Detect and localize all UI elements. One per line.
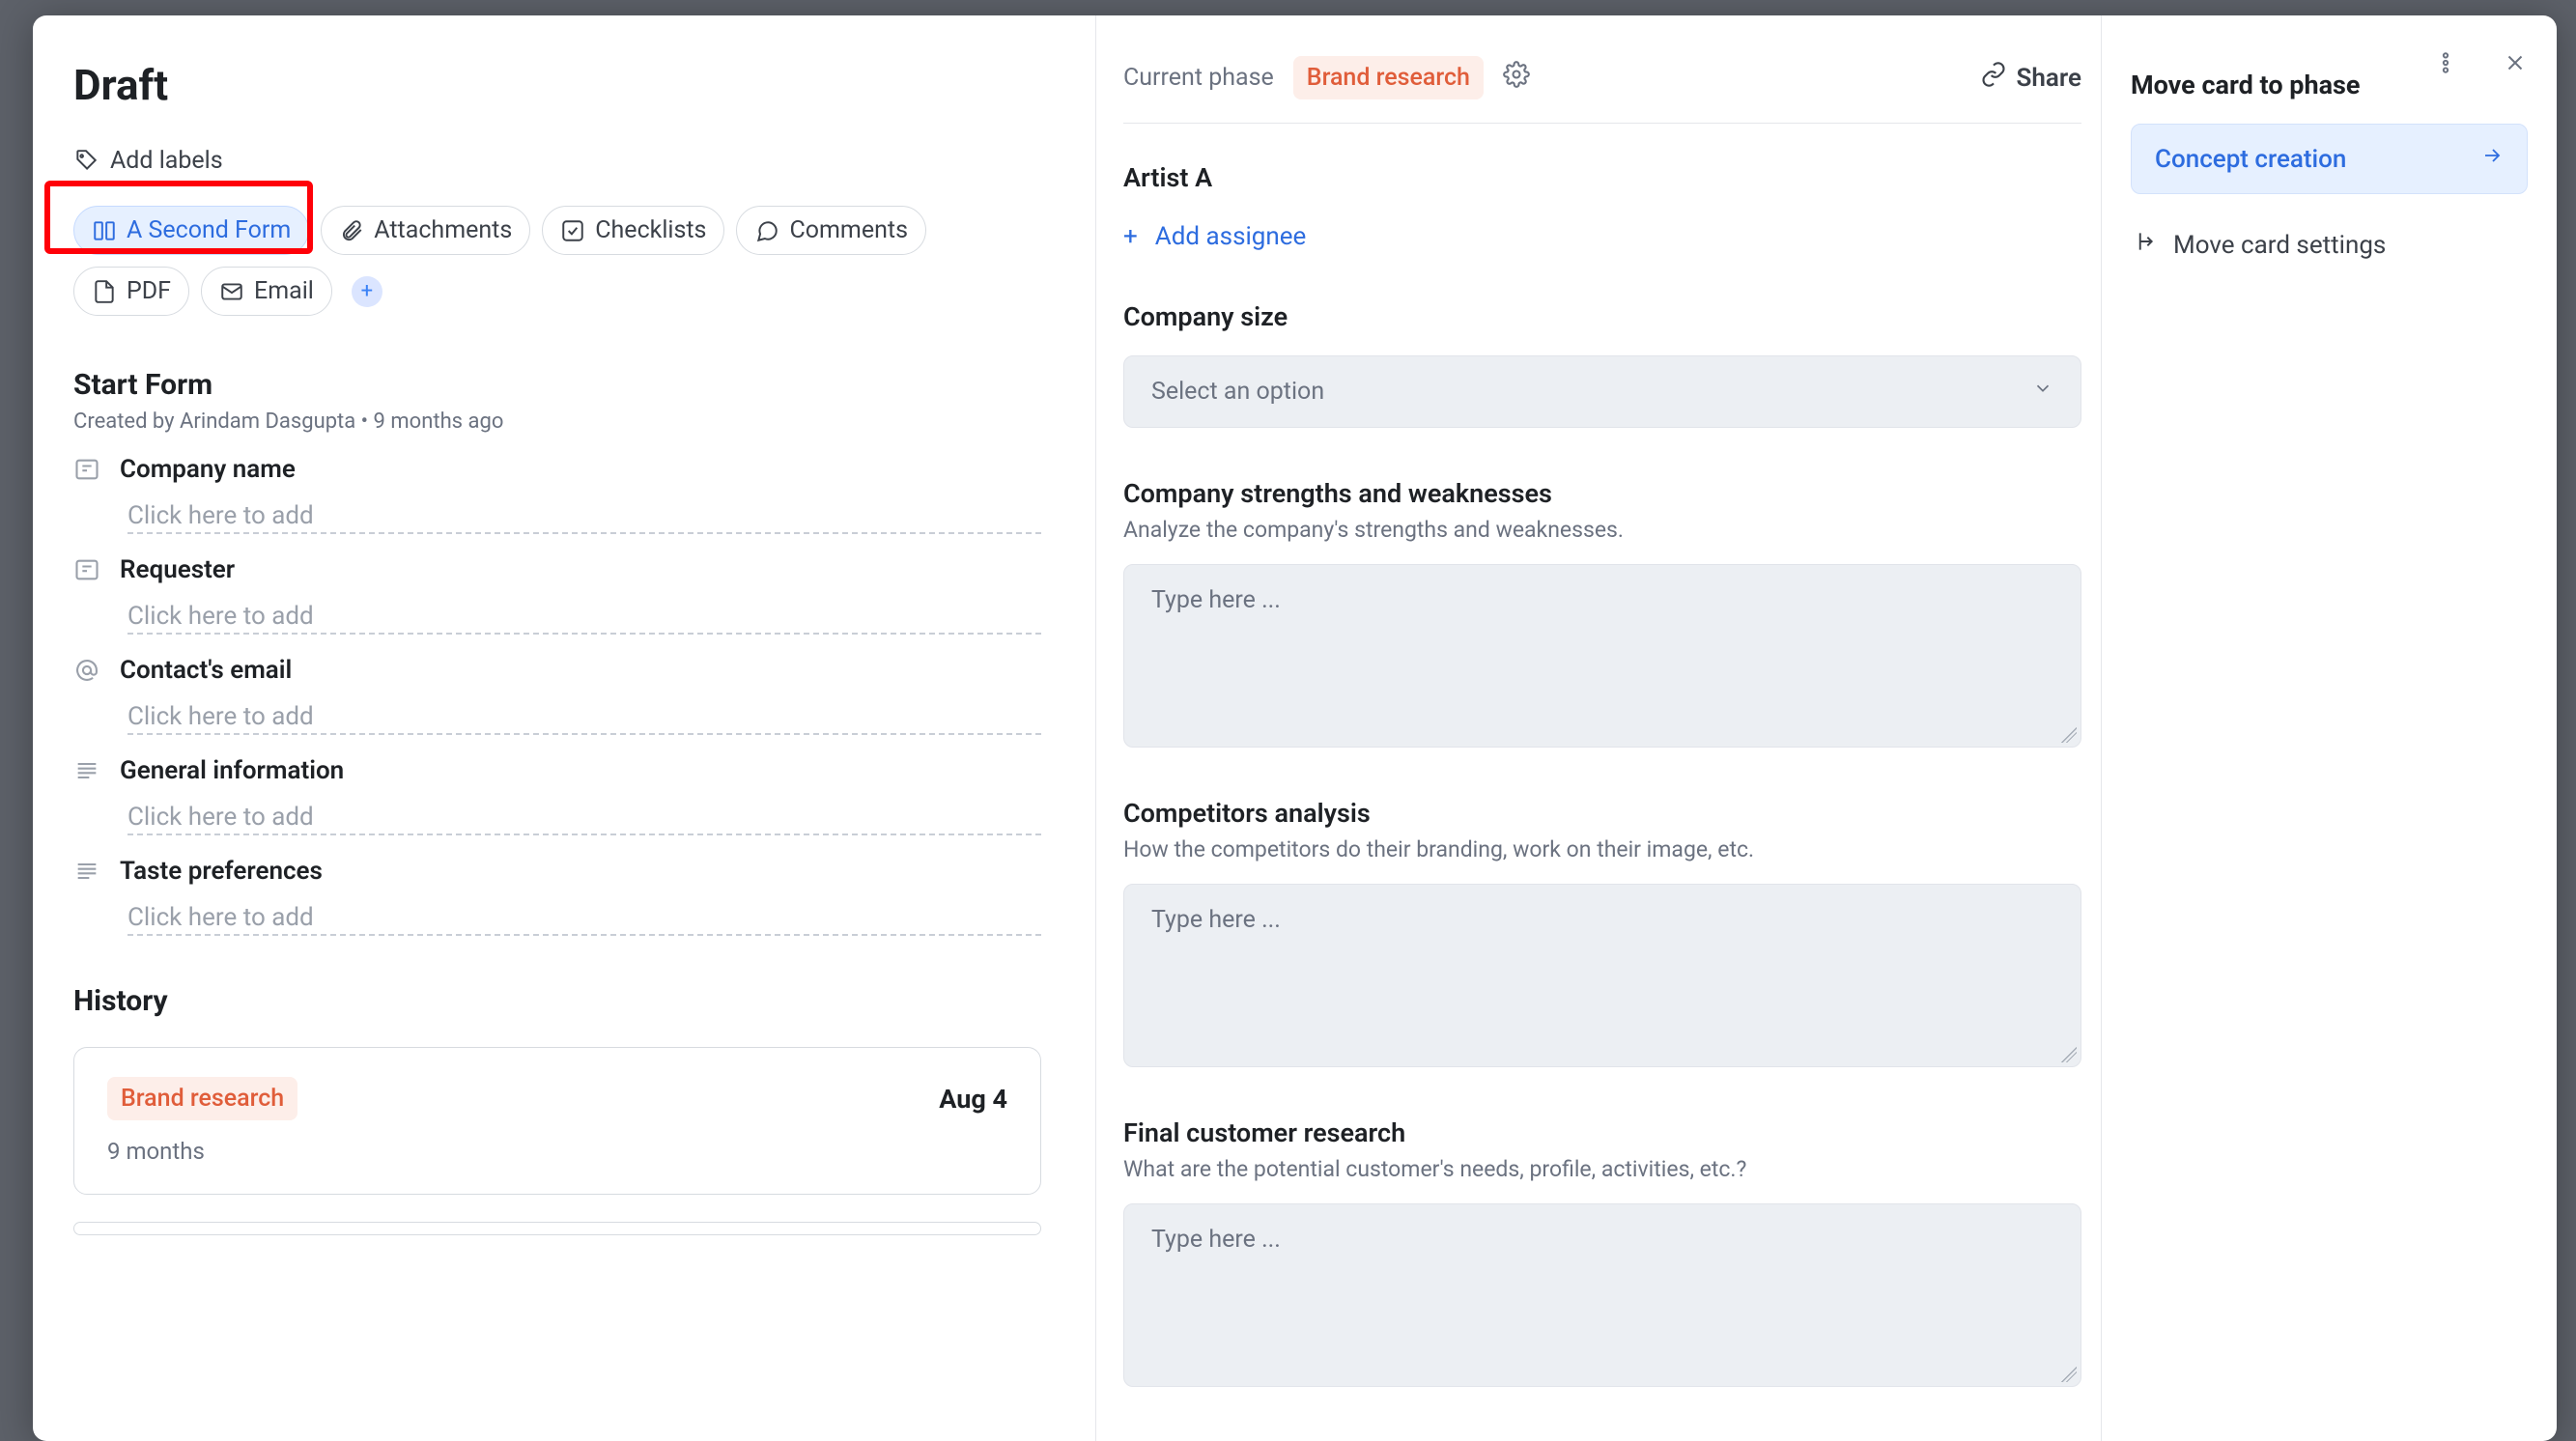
tag-icon bbox=[73, 149, 99, 174]
strengths-title: Company strengths and weaknesses bbox=[1123, 478, 2081, 509]
move-button-label: Concept creation bbox=[2155, 145, 2346, 174]
move-to-concept-creation-button[interactable]: Concept creation bbox=[2131, 124, 2528, 194]
card-modal: Draft Add labels A Second Form Attachmen… bbox=[33, 15, 2557, 1441]
company-name-input[interactable]: Click here to add bbox=[127, 501, 1041, 534]
strengths-desc: Analyze the company's strengths and weak… bbox=[1123, 517, 2081, 543]
textarea-placeholder: Type here ... bbox=[1151, 1226, 1281, 1254]
contacts-email-input[interactable]: Click here to add bbox=[127, 702, 1041, 735]
field-requester: Requester Click here to add bbox=[73, 555, 1041, 635]
tab-label: A Second Form bbox=[127, 216, 291, 244]
general-info-input[interactable]: Click here to add bbox=[127, 803, 1041, 835]
history-ago: 9 months bbox=[107, 1138, 1007, 1165]
history-phase-badge: Brand research bbox=[107, 1077, 297, 1120]
final-customer-textarea[interactable]: Type here ... bbox=[1123, 1203, 2081, 1387]
move-settings-icon bbox=[2131, 229, 2156, 261]
tab-row: A Second Form Attachments Checklists Com… bbox=[73, 206, 1041, 316]
tab-label: Comments bbox=[789, 216, 908, 244]
link-icon bbox=[1980, 61, 2007, 95]
company-size-title: Company size bbox=[1123, 301, 2081, 332]
artist-name: Artist A bbox=[1123, 162, 2081, 193]
short-text-icon bbox=[73, 456, 100, 483]
add-labels-button[interactable]: Add labels bbox=[73, 147, 223, 175]
resize-handle-icon[interactable] bbox=[2061, 727, 2077, 743]
strengths-textarea[interactable]: Type here ... bbox=[1123, 564, 2081, 748]
checklist-icon bbox=[560, 218, 585, 243]
field-general-information: General information Click here to add bbox=[73, 756, 1041, 835]
lines-icon bbox=[73, 858, 100, 885]
tab-pdf[interactable]: PDF bbox=[73, 267, 189, 316]
chevron-down-icon bbox=[2032, 378, 2053, 406]
lines-icon bbox=[73, 757, 100, 784]
add-assignee-button[interactable]: + Add assignee bbox=[1123, 222, 1306, 251]
phase-settings-icon[interactable] bbox=[1503, 61, 1530, 95]
card-title: Draft bbox=[73, 60, 1041, 110]
created-by-text: Created by Arindam Dasgupta • 9 months a… bbox=[73, 410, 1041, 434]
resize-handle-icon[interactable] bbox=[2061, 1367, 2077, 1382]
left-panel: Draft Add labels A Second Form Attachmen… bbox=[33, 15, 1095, 1441]
tab-label: PDF bbox=[127, 277, 171, 305]
right-panel: Move card to phase Concept creation Move… bbox=[2102, 15, 2557, 1441]
close-icon[interactable] bbox=[2503, 50, 2528, 82]
tab-label: Attachments bbox=[374, 216, 512, 244]
add-labels-text: Add labels bbox=[110, 147, 223, 175]
history-entry-next[interactable] bbox=[73, 1222, 1041, 1235]
move-card-settings-button[interactable]: Move card settings bbox=[2131, 229, 2528, 261]
field-label: Company name bbox=[120, 455, 296, 484]
add-assignee-label: Add assignee bbox=[1155, 222, 1307, 251]
tab-checklists[interactable]: Checklists bbox=[542, 206, 724, 255]
add-tab-button[interactable]: + bbox=[352, 276, 382, 307]
file-icon bbox=[92, 279, 117, 304]
middle-panel: Current phase Brand research Share Artis… bbox=[1095, 15, 2102, 1441]
history-date: Aug 4 bbox=[939, 1084, 1007, 1115]
tab-comments[interactable]: Comments bbox=[736, 206, 926, 255]
tab-attachments[interactable]: Attachments bbox=[321, 206, 530, 255]
field-label: Taste preferences bbox=[120, 857, 323, 886]
textarea-placeholder: Type here ... bbox=[1151, 906, 1281, 934]
at-icon bbox=[73, 657, 100, 684]
select-placeholder: Select an option bbox=[1151, 378, 1324, 406]
company-size-select[interactable]: Select an option bbox=[1123, 355, 2081, 428]
competitors-desc: How the competitors do their branding, w… bbox=[1123, 836, 2081, 862]
tab-second-form[interactable]: A Second Form bbox=[73, 206, 309, 255]
taste-pref-input[interactable]: Click here to add bbox=[127, 903, 1041, 936]
history-title: History bbox=[73, 984, 1041, 1018]
field-label: General information bbox=[120, 756, 344, 785]
field-taste-preferences: Taste preferences Click here to add bbox=[73, 857, 1041, 936]
final-customer-desc: What are the potential customer's needs,… bbox=[1123, 1156, 2081, 1182]
tab-label: Checklists bbox=[595, 216, 706, 244]
history-entry[interactable]: Brand research Aug 4 9 months bbox=[73, 1047, 1041, 1195]
share-button[interactable]: Share bbox=[1980, 61, 2081, 95]
mail-icon bbox=[219, 279, 244, 304]
requester-input[interactable]: Click here to add bbox=[127, 602, 1041, 635]
more-options-icon[interactable] bbox=[2433, 50, 2458, 82]
short-text-icon bbox=[73, 556, 100, 583]
tab-email[interactable]: Email bbox=[201, 267, 332, 316]
current-phase-label: Current phase bbox=[1123, 64, 1274, 92]
field-label: Requester bbox=[120, 555, 235, 584]
tab-label: Email bbox=[254, 277, 314, 305]
move-settings-label: Move card settings bbox=[2173, 231, 2386, 260]
current-phase-badge: Brand research bbox=[1293, 56, 1484, 99]
share-label: Share bbox=[2017, 64, 2081, 93]
arrow-right-icon bbox=[2480, 144, 2504, 174]
competitors-title: Competitors analysis bbox=[1123, 798, 2081, 829]
start-form-title: Start Form bbox=[73, 368, 1041, 402]
textarea-placeholder: Type here ... bbox=[1151, 586, 1281, 614]
field-company-name: Company name Click here to add bbox=[73, 455, 1041, 534]
comment-icon bbox=[754, 218, 779, 243]
final-customer-title: Final customer research bbox=[1123, 1117, 2081, 1148]
field-contacts-email: Contact's email Click here to add bbox=[73, 656, 1041, 735]
field-label: Contact's email bbox=[120, 656, 292, 685]
paperclip-icon bbox=[339, 218, 364, 243]
resize-handle-icon[interactable] bbox=[2061, 1047, 2077, 1062]
form-icon bbox=[92, 218, 117, 243]
phase-header: Current phase Brand research Share bbox=[1123, 56, 2081, 124]
competitors-textarea[interactable]: Type here ... bbox=[1123, 884, 2081, 1067]
plus-icon: + bbox=[1123, 222, 1138, 251]
